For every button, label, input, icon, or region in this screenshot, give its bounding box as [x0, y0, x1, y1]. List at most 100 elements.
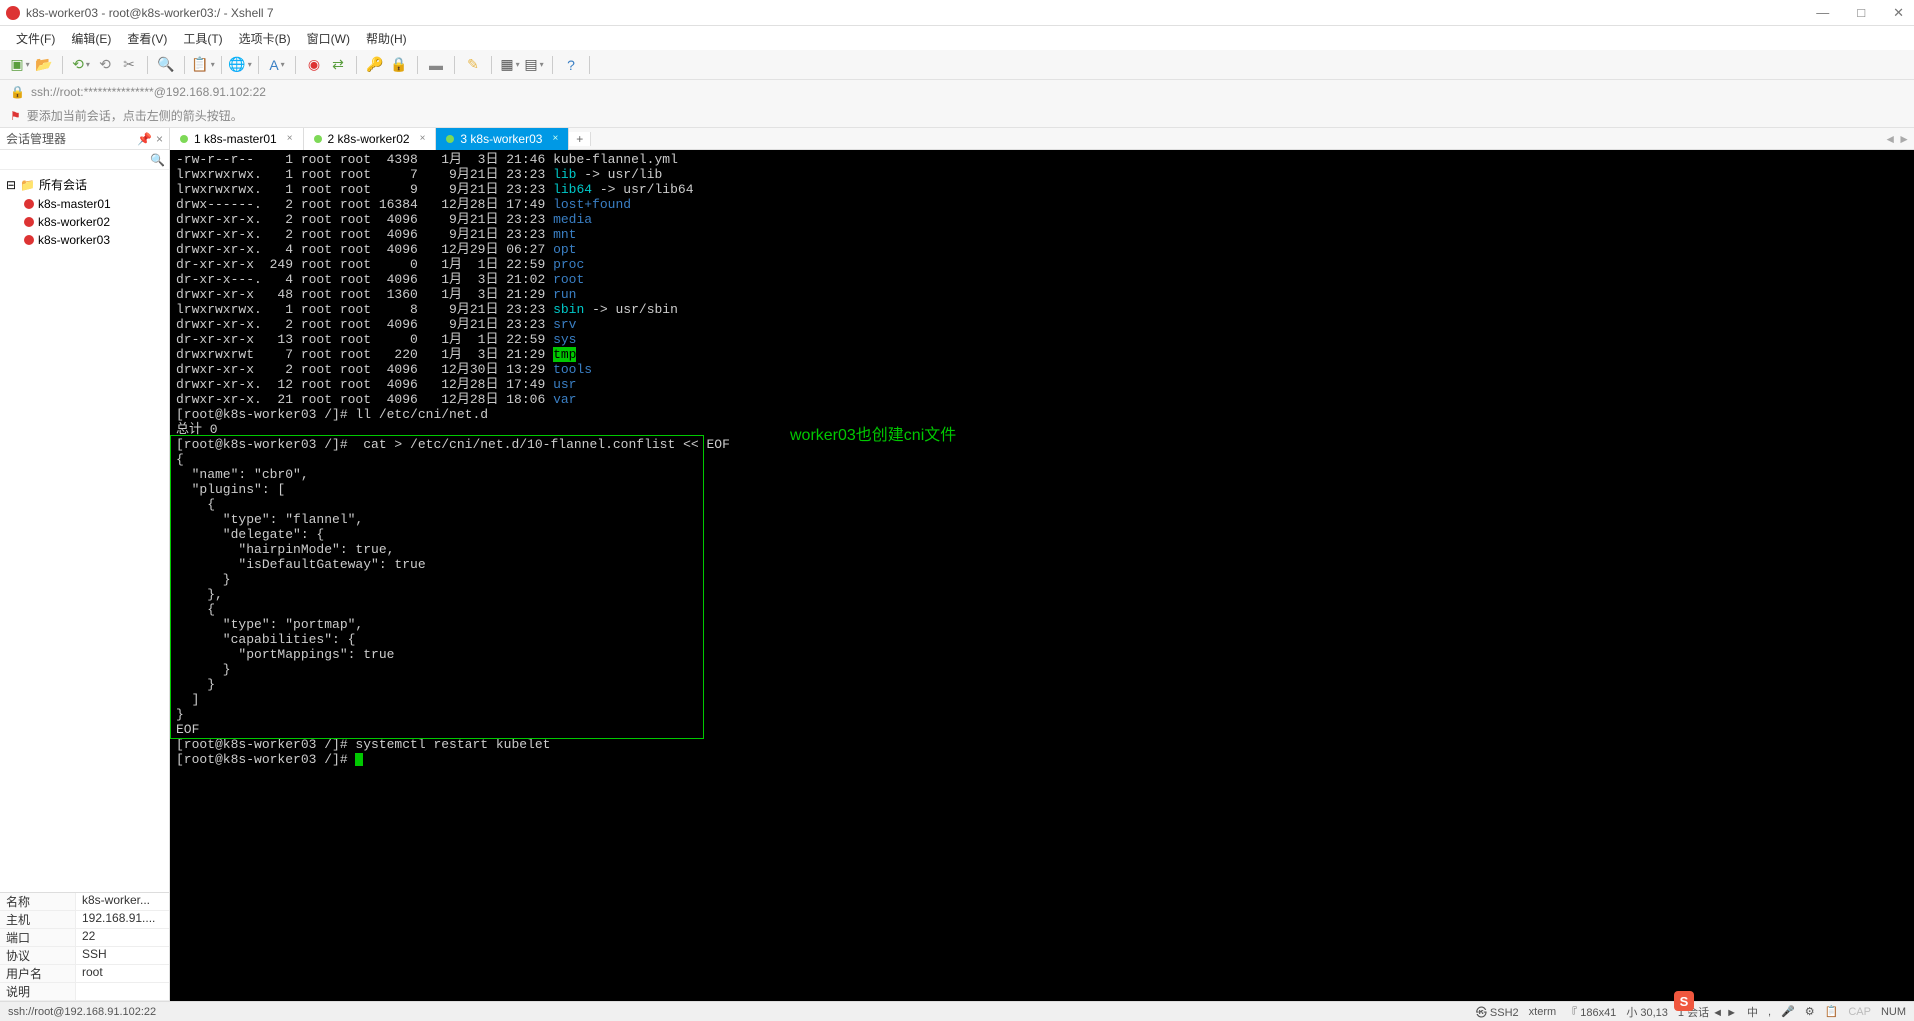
separator [184, 56, 185, 74]
menu-item[interactable]: 窗口(W) [301, 28, 356, 49]
session-tab[interactable]: 1 k8s-master01× [170, 128, 304, 150]
property-row: 协议SSH [0, 947, 169, 965]
num-indicator: NUM [1881, 1006, 1906, 1018]
transfer-icon[interactable]: ⇄ [328, 55, 348, 75]
session-label: k8s-worker02 [38, 215, 110, 229]
separator [295, 56, 296, 74]
sidebar-header: 会话管理器 📌 × [0, 128, 169, 150]
property-row: 端口22 [0, 929, 169, 947]
menu-bar: 文件(F)编辑(E)查看(V)工具(T)选项卡(B)窗口(W)帮助(H) [0, 26, 1914, 50]
copy-icon[interactable]: 📋 [193, 55, 213, 75]
ime-item[interactable]: 📋 [1825, 1005, 1839, 1018]
property-value: 22 [76, 929, 169, 946]
session-tab[interactable]: 2 k8s-worker02 × [304, 128, 437, 150]
content-area: 1 k8s-master01×2 k8s-worker02×3 k8s-work… [170, 128, 1914, 1001]
folder-icon: 📁 [20, 178, 35, 192]
tab-close-icon[interactable]: × [420, 133, 426, 144]
globe-icon[interactable]: 🌐 [230, 55, 250, 75]
layout-icon[interactable]: ▦ [500, 55, 520, 75]
tree-root[interactable]: ⊟ 📁 所有会话 [2, 174, 167, 195]
tab-label: 3 k8s-worker03 [460, 132, 542, 146]
hint-text: 要添加当前会话，点击左侧的箭头按钮。 [27, 107, 243, 124]
highlight-box [170, 435, 704, 739]
address-bar: 🔒 ssh://root:***************@192.168.91.… [0, 80, 1914, 104]
session-item[interactable]: k8s-master01 [20, 195, 167, 213]
ime-item[interactable]: 中 [1747, 1004, 1758, 1020]
separator [491, 56, 492, 74]
ime-indicator[interactable]: S [1674, 991, 1694, 1011]
separator [589, 56, 590, 74]
session-tab[interactable]: 3 k8s-worker03 × [436, 128, 569, 150]
maximize-button[interactable]: □ [1853, 5, 1869, 21]
tab-prev-icon[interactable]: ◄ [1884, 132, 1896, 146]
status-bar: ssh://root@192.168.91.102:22 ㉿ SSH2xterm… [0, 1001, 1914, 1021]
session-item[interactable]: k8s-worker02 [20, 213, 167, 231]
property-value: SSH [76, 947, 169, 964]
menu-item[interactable]: 工具(T) [177, 28, 228, 49]
status-item: 小 30,13 [1626, 1004, 1668, 1020]
window-title: k8s-worker03 - root@k8s-worker03:/ - Xsh… [26, 6, 1812, 20]
status-item: ㉿ SSH2 [1476, 1004, 1519, 1020]
help-icon[interactable]: ? [561, 55, 581, 75]
menu-item[interactable]: 查看(V) [121, 28, 173, 49]
cap-indicator: CAP [1848, 1006, 1871, 1018]
session-item[interactable]: k8s-worker03 [20, 231, 167, 249]
session-label: k8s-worker03 [38, 233, 110, 247]
new-session-icon[interactable]: ▣ [10, 55, 30, 75]
terminal-icon[interactable]: ▬ [426, 55, 446, 75]
menu-item[interactable]: 选项卡(B) [233, 28, 297, 49]
status-item: xterm [1529, 1006, 1557, 1018]
property-key: 说明 [0, 983, 76, 1000]
tab-close-icon[interactable]: × [552, 133, 558, 144]
open-icon[interactable]: 📂 [34, 55, 54, 75]
layout2-icon[interactable]: ▤ [524, 55, 544, 75]
reconnect-icon[interactable]: ⟲ [71, 55, 91, 75]
sidebar-title: 会话管理器 [6, 130, 66, 147]
status-dot-icon [180, 135, 188, 143]
window-controls: — □ ✕ [1812, 5, 1908, 21]
property-key: 用户名 [0, 965, 76, 982]
pin-icon[interactable]: 📌 [137, 132, 152, 146]
search-icon[interactable]: 🔍 [156, 55, 176, 75]
hint-bar: ⚑ 要添加当前会话，点击左侧的箭头按钮。 [0, 104, 1914, 128]
tab-close-icon[interactable]: × [287, 133, 293, 144]
menu-item[interactable]: 编辑(E) [65, 28, 117, 49]
property-value [76, 983, 169, 1000]
menu-item[interactable]: 帮助(H) [360, 28, 413, 49]
tab-nav: ◄► [1884, 132, 1914, 146]
root-label: 所有会话 [39, 176, 87, 193]
property-key: 主机 [0, 911, 76, 928]
close-button[interactable]: ✕ [1889, 5, 1908, 21]
session-tree: ⊟ 📁 所有会话 k8s-master01 k8s-worker02 k8s-wor… [0, 170, 169, 892]
xshell-icon[interactable]: ◉ [304, 55, 324, 75]
ime-item[interactable]: ⚙ [1805, 1005, 1815, 1018]
property-value: k8s-worker... [76, 893, 169, 910]
property-row: 用户名root [0, 965, 169, 983]
lock-icon[interactable]: 🔒 [389, 55, 409, 75]
app-logo-icon [6, 6, 20, 20]
tab-label: 2 k8s-worker02 [328, 132, 410, 146]
ime-item[interactable]: 🎤 [1781, 1005, 1795, 1018]
host-icon [24, 235, 34, 245]
sidebar-search-row: 🔍 [0, 150, 169, 170]
key-icon[interactable]: 🔑 [365, 55, 385, 75]
tab-next-icon[interactable]: ► [1898, 132, 1910, 146]
address-text[interactable]: ssh://root:***************@192.168.91.10… [31, 85, 266, 99]
cut-icon[interactable]: ✂ [119, 55, 139, 75]
sidebar-close-icon[interactable]: × [156, 132, 163, 146]
terminal[interactable]: -rw-r--r-- 1 root root 4398 1月 3日 21:46 … [170, 150, 1914, 1001]
separator [62, 56, 63, 74]
disconnect-icon[interactable]: ⟲ [95, 55, 115, 75]
separator [221, 56, 222, 74]
host-icon [24, 199, 34, 209]
tab-bar: 1 k8s-master01×2 k8s-worker02×3 k8s-work… [170, 128, 1914, 150]
highlight-icon[interactable]: ✎ [463, 55, 483, 75]
session-manager-sidebar: 会话管理器 📌 × 🔍 ⊟ 📁 所有会话 k8s-master01 k8s-wor… [0, 128, 170, 1001]
minimize-button[interactable]: — [1812, 5, 1833, 21]
host-icon [24, 217, 34, 227]
search-icon[interactable]: 🔍 [150, 153, 165, 167]
menu-item[interactable]: 文件(F) [10, 28, 61, 49]
tab-add-button[interactable]: + [569, 132, 591, 146]
ime-item[interactable]: , [1768, 1006, 1771, 1018]
font-icon[interactable]: A [267, 55, 287, 75]
